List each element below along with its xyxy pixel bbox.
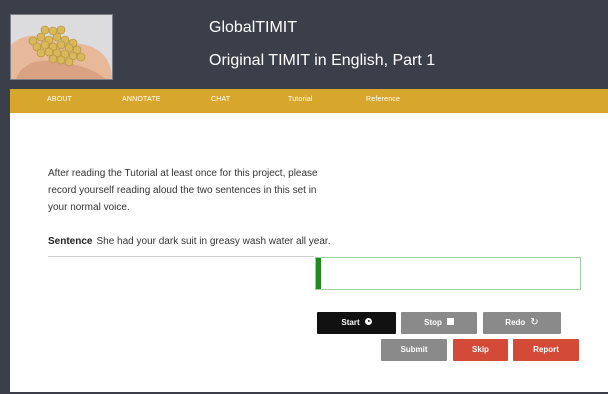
divider	[48, 256, 314, 257]
nav-item-chat[interactable]: CHAT	[211, 96, 230, 103]
instructions-text: After reading the Tutorial at least once…	[48, 168, 318, 213]
report-button[interactable]: Report	[513, 339, 579, 361]
redo-button[interactable]: Redo ↻	[483, 312, 561, 334]
nav-item-reference[interactable]: Reference	[366, 96, 400, 103]
submit-button[interactable]: Submit	[381, 339, 447, 361]
nav-item-about[interactable]: ABOUT	[47, 96, 72, 103]
skip-button[interactable]: Skip	[453, 339, 508, 361]
nav-item-annotate[interactable]: ANNOTATE	[122, 96, 161, 103]
start-button[interactable]: Start	[317, 312, 396, 334]
chickpeas-in-hand-image	[11, 15, 112, 79]
start-button-label: Start	[341, 318, 360, 327]
sentence-label: Sentence	[48, 236, 93, 247]
project-thumbnail	[10, 14, 113, 80]
sentence-text: She had your dark suit in greasy wash wa…	[96, 236, 331, 247]
nav-bar: ABOUT ANNOTATE CHAT Tutorial Reference	[10, 89, 608, 113]
stop-button-label: Stop	[424, 318, 442, 327]
recording-level-bar	[316, 258, 321, 289]
app-title: GlobalTIMIT	[209, 19, 298, 36]
stop-square-icon	[446, 312, 454, 334]
redo-button-label: Redo	[505, 318, 526, 327]
stop-button[interactable]: Stop	[401, 312, 477, 334]
left-edge-bar	[0, 0, 10, 394]
play-circle-icon	[364, 312, 372, 334]
recording-level-box	[315, 257, 581, 290]
project-subtitle: Original TIMIT in English, Part 1	[209, 52, 436, 69]
sentence-row: Sentence She had your dark suit in greasy…	[48, 236, 330, 247]
refresh-icon: ↻	[530, 317, 539, 328]
nav-item-tutorial[interactable]: Tutorial	[288, 96, 313, 103]
